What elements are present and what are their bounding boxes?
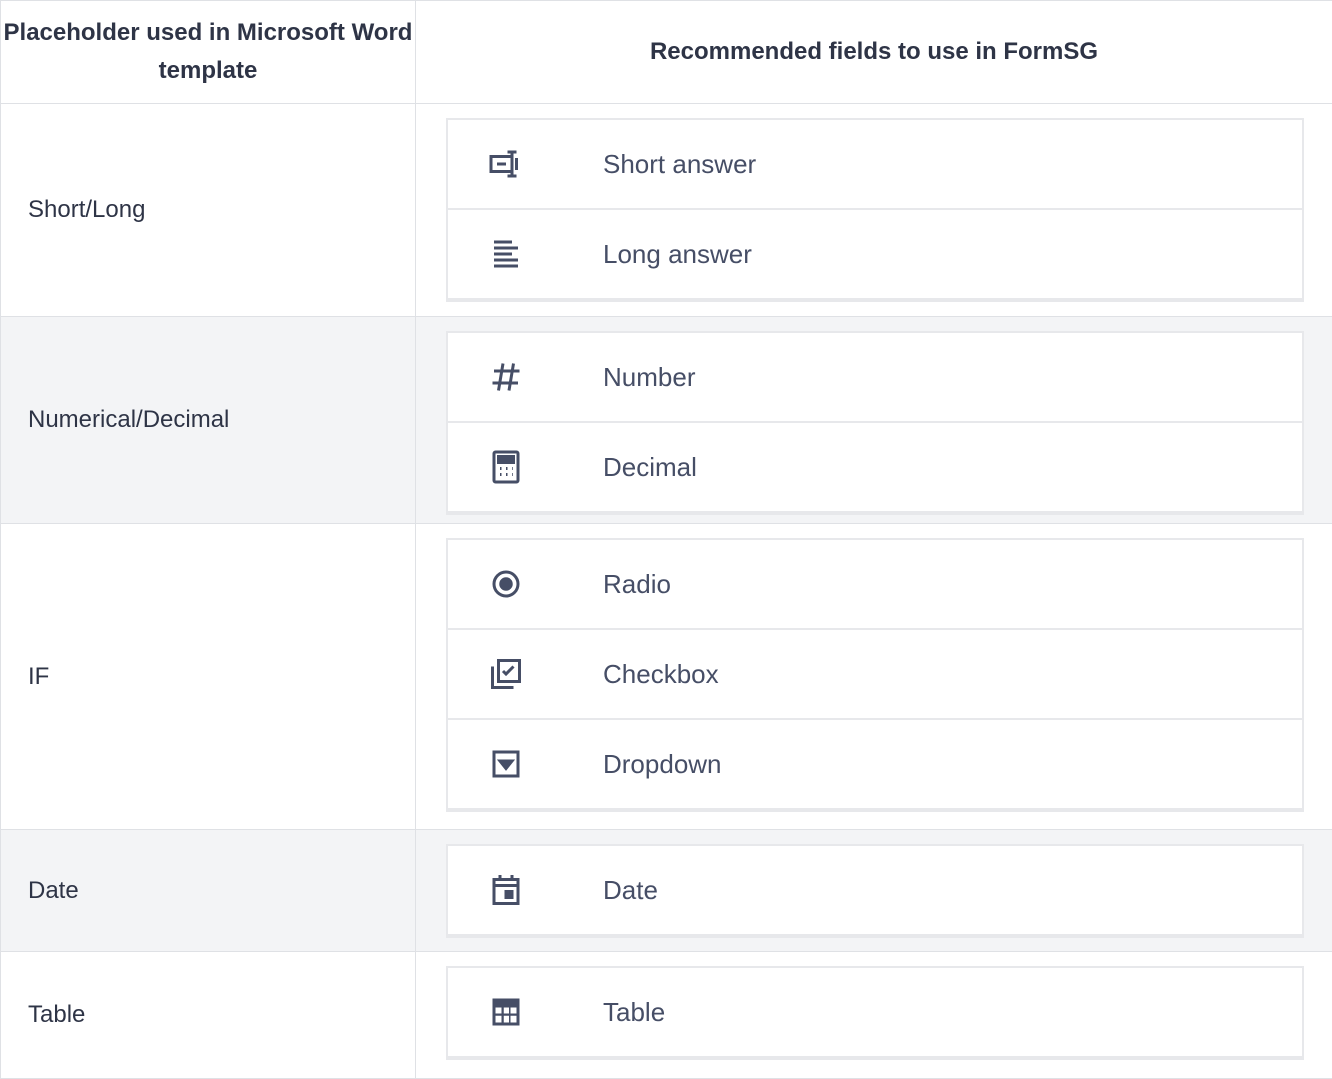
- field-option-label: Dropdown: [603, 749, 722, 780]
- field-mapping-table: Placeholder used in Microsoft Word templ…: [0, 0, 1332, 1079]
- field-option-label: Decimal: [603, 452, 697, 483]
- field-option-label: Checkbox: [603, 659, 719, 690]
- field-option-dropdown[interactable]: Dropdown: [448, 720, 1302, 810]
- hash-icon: [487, 358, 525, 396]
- table-icon: [487, 993, 525, 1031]
- header-row: Placeholder used in Microsoft Word templ…: [1, 1, 1332, 104]
- placeholder-cell: Date: [1, 830, 416, 952]
- calendar-icon: [487, 871, 525, 909]
- field-option-label: Date: [603, 875, 658, 906]
- field-option-label: Long answer: [603, 239, 752, 270]
- placeholder-cell: Numerical/Decimal: [1, 317, 416, 524]
- field-panel: Radio Checkbox Dropdown: [446, 538, 1304, 812]
- placeholder-cell: Table: [1, 952, 416, 1079]
- field-option-label: Short answer: [603, 149, 756, 180]
- short-answer-icon: [487, 145, 525, 183]
- dropdown-icon: [487, 745, 525, 783]
- table-row: Table Table: [1, 952, 1332, 1079]
- field-option-date[interactable]: Date: [448, 846, 1302, 936]
- field-option-long-answer[interactable]: Long answer: [448, 210, 1302, 300]
- field-option-label: Number: [603, 362, 695, 393]
- field-option-number[interactable]: Number: [448, 333, 1302, 423]
- fields-cell: Short answer Long answer: [416, 104, 1332, 317]
- header-recommended-fields: Recommended fields to use in FormSG: [416, 1, 1332, 104]
- calculator-icon: [487, 448, 525, 486]
- field-option-table[interactable]: Table: [448, 968, 1302, 1058]
- radio-icon: [487, 565, 525, 603]
- fields-cell: Table: [416, 952, 1332, 1079]
- fields-cell: Date: [416, 830, 1332, 952]
- field-panel: Table: [446, 966, 1304, 1060]
- placeholder-cell: Short/Long: [1, 104, 416, 317]
- field-option-short-answer[interactable]: Short answer: [448, 120, 1302, 210]
- field-option-label: Radio: [603, 569, 671, 600]
- field-panel: Number Decimal: [446, 331, 1304, 515]
- long-answer-icon: [487, 235, 525, 273]
- field-option-label: Table: [603, 997, 665, 1028]
- checkbox-icon: [487, 655, 525, 693]
- table-row: Date Date: [1, 830, 1332, 952]
- placeholder-cell: IF: [1, 524, 416, 830]
- table-row: IF Radio Checkbox: [1, 524, 1332, 830]
- fields-cell: Number Decimal: [416, 317, 1332, 524]
- table-row: Numerical/Decimal Number Decimal: [1, 317, 1332, 524]
- table-row: Short/Long Short answer Long answer: [1, 104, 1332, 317]
- field-option-decimal[interactable]: Decimal: [448, 423, 1302, 513]
- fields-cell: Radio Checkbox Dropdown: [416, 524, 1332, 830]
- field-option-radio[interactable]: Radio: [448, 540, 1302, 630]
- field-panel: Short answer Long answer: [446, 118, 1304, 302]
- field-option-checkbox[interactable]: Checkbox: [448, 630, 1302, 720]
- header-placeholder: Placeholder used in Microsoft Word templ…: [1, 1, 416, 104]
- field-panel: Date: [446, 844, 1304, 938]
